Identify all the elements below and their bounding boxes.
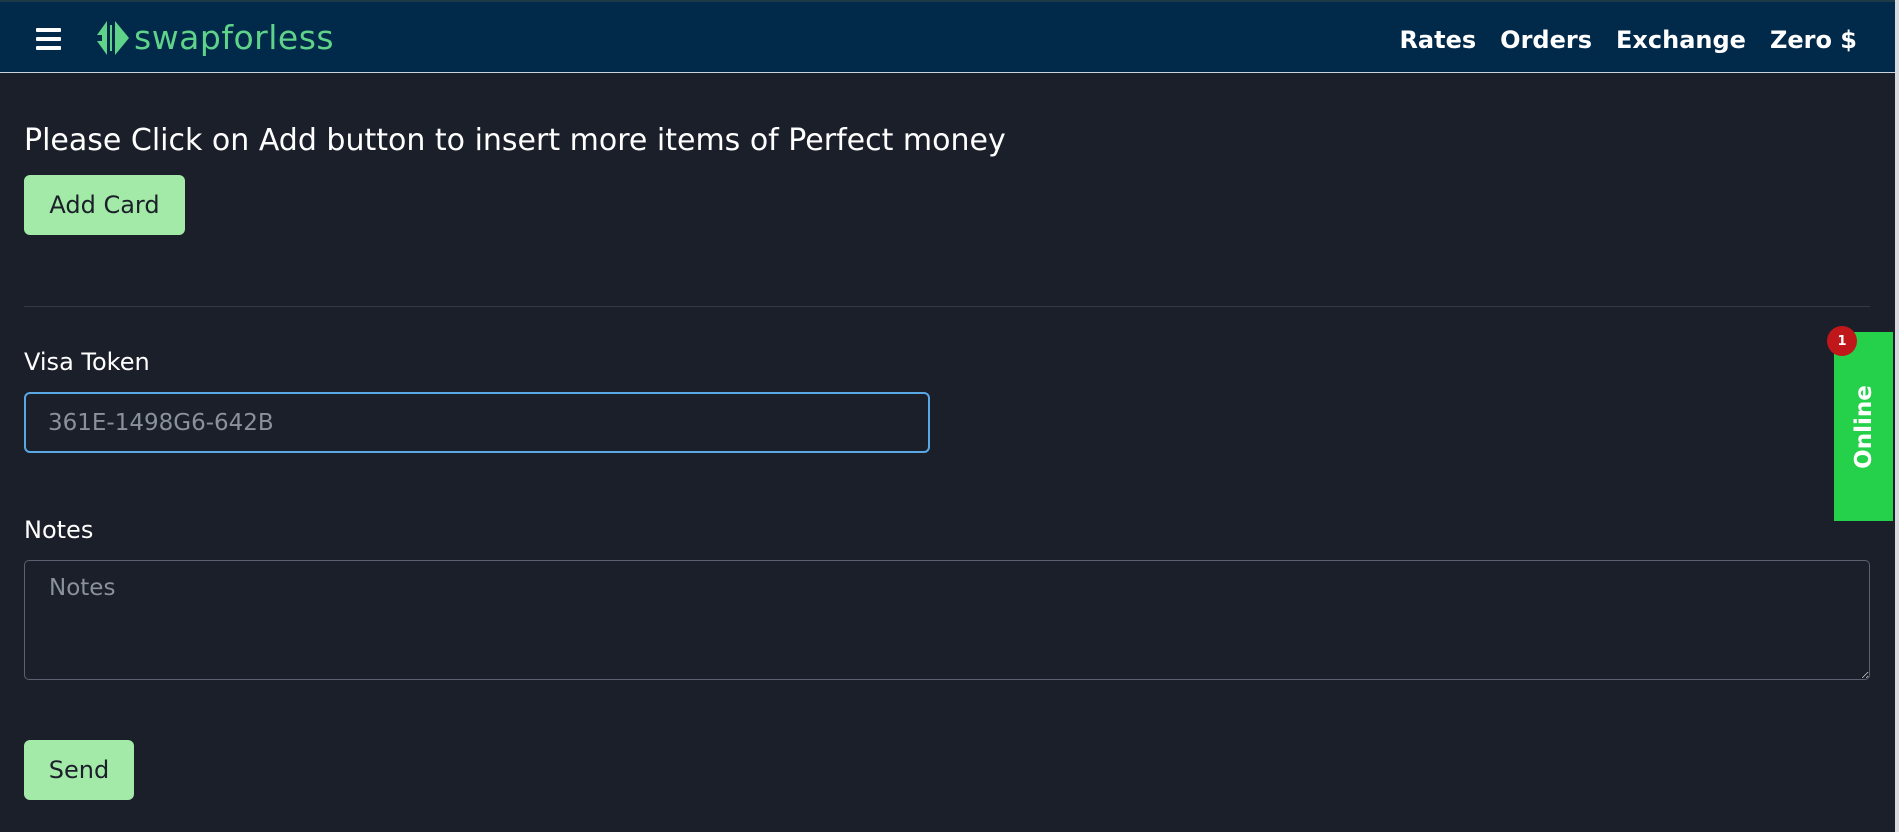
scrollbar-track[interactable]: [1895, 0, 1899, 832]
swapforless-logo-icon: [97, 21, 129, 55]
section-divider: [24, 306, 1870, 307]
brand-name: swapforless: [134, 18, 335, 57]
visa-token-label: Visa Token: [24, 348, 150, 376]
nav-exchange[interactable]: Exchange: [1616, 24, 1746, 56]
brand-logo-link[interactable]: swapforless: [94, 16, 334, 60]
send-button[interactable]: Send: [24, 740, 134, 800]
notes-textarea[interactable]: [24, 560, 1870, 680]
add-items-instruction: Please Click on Add button to insert mor…: [24, 123, 1006, 158]
notification-badge: 1: [1827, 326, 1857, 356]
online-chat-tab[interactable]: Online: [1834, 332, 1893, 521]
nav-zero-dollar[interactable]: Zero $: [1770, 24, 1857, 56]
menu-icon[interactable]: [36, 28, 61, 50]
add-card-button[interactable]: Add Card: [24, 175, 185, 235]
main-nav: Rates Orders Exchange Zero $: [1399, 24, 1857, 56]
top-navbar: swapforless Rates Orders Exchange Zero $: [0, 0, 1895, 73]
online-chat-label: Online: [1850, 384, 1877, 469]
notes-label: Notes: [24, 516, 94, 544]
nav-orders[interactable]: Orders: [1500, 24, 1592, 56]
nav-rates[interactable]: Rates: [1399, 24, 1476, 56]
visa-token-input[interactable]: [24, 392, 930, 453]
